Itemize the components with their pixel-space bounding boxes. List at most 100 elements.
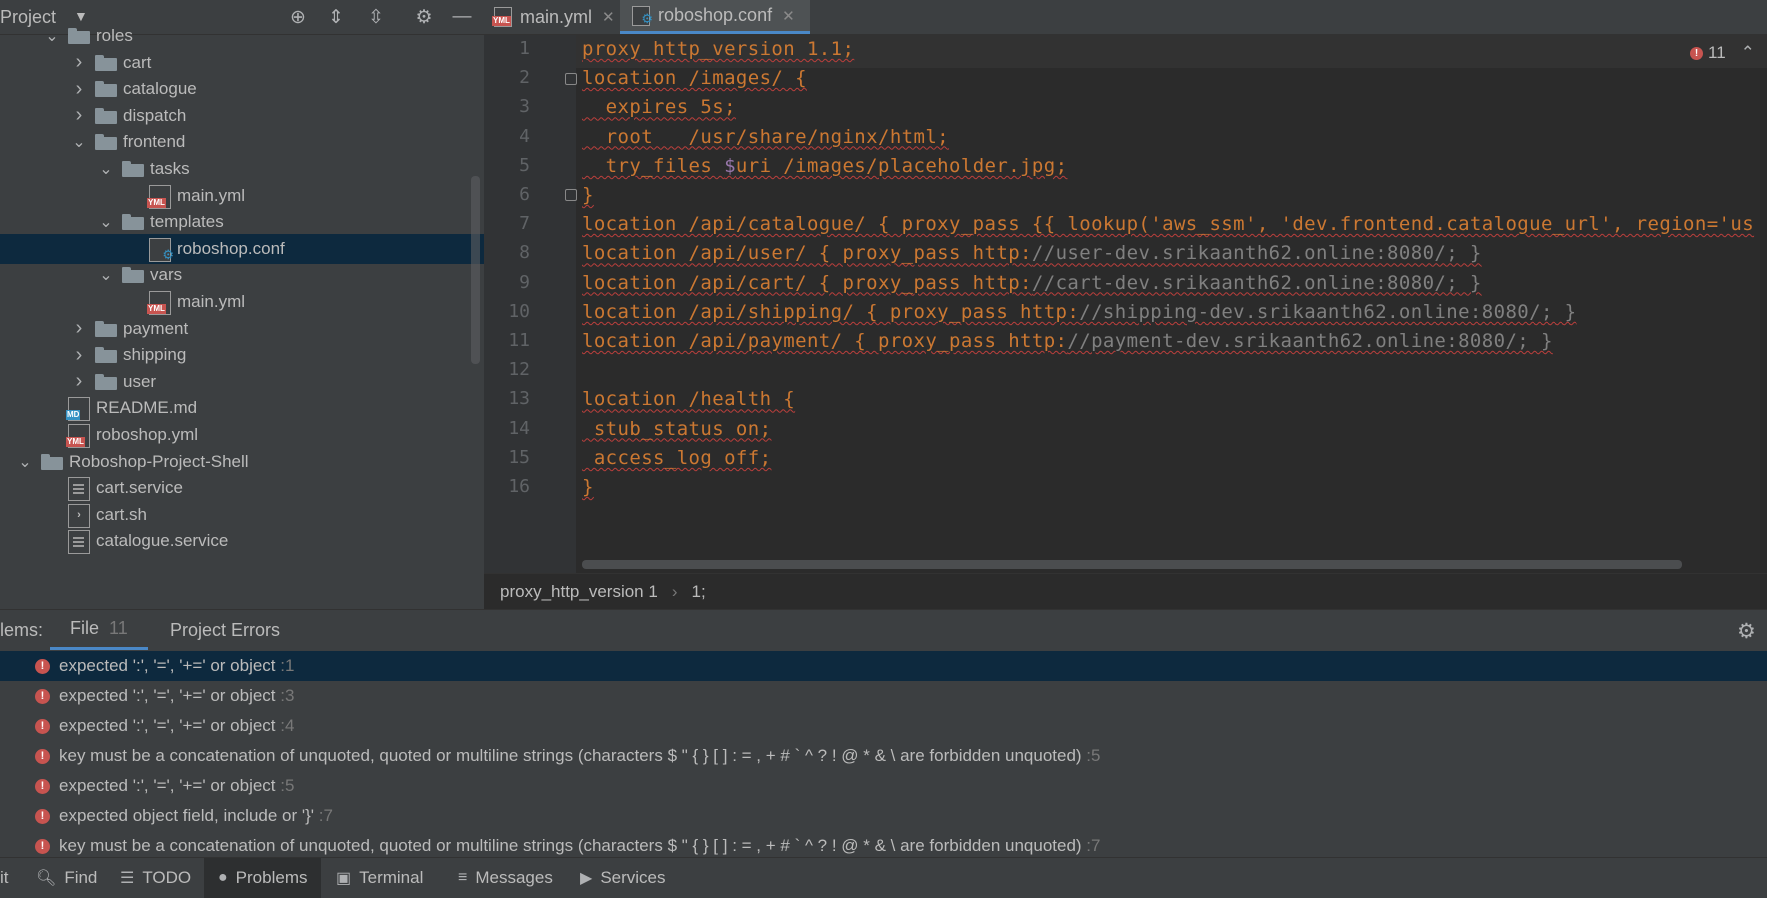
tool-terminal[interactable]: ▣ Terminal	[336, 858, 437, 898]
problem-item[interactable]: ! expected ':', '=', '+=' or object :4	[0, 711, 1767, 741]
tree-item[interactable]: catalogue.service	[0, 526, 484, 556]
fold-marker-icon[interactable]	[565, 189, 577, 201]
chevron-right-icon[interactable]: ›	[71, 370, 87, 392]
tree-item[interactable]: ⌄ tasks	[0, 154, 484, 184]
close-icon[interactable]: ✕	[782, 7, 795, 25]
tree-item[interactable]: › user	[0, 367, 484, 397]
code-line[interactable]: location /api/catalogue/ { proxy_pass {{…	[582, 213, 1754, 235]
folder-icon	[122, 214, 144, 231]
tree-item[interactable]: MD README.md	[0, 393, 484, 423]
tree-item[interactable]: › catalogue	[0, 74, 484, 104]
problem-item[interactable]: ! key must be a concatenation of unquoted…	[0, 741, 1767, 771]
tab-roboshop-conf[interactable]: ⚙ roboshop.conf ✕	[620, 0, 810, 34]
code-line[interactable]: try_files $uri /images/placeholder.jpg;	[582, 155, 1067, 177]
code-token: }	[582, 476, 594, 498]
code-line[interactable]: location /api/shipping/ { proxy_pass htt…	[582, 301, 1577, 323]
code-line[interactable]: location /api/cart/ { proxy_pass http://…	[582, 272, 1482, 294]
chevron-up-icon[interactable]: ⌃	[1741, 43, 1755, 63]
line-number: 6	[519, 184, 530, 205]
tree-scrollbar[interactable]	[471, 176, 480, 364]
yml-file-icon: YML	[147, 291, 171, 315]
code-editor[interactable]: 1 2 3 4 5 6 7 8 9 10 11 12 13 14 15 16 proxy_http_versi…	[484, 35, 1767, 573]
line-number: 15	[508, 446, 530, 468]
tree-item[interactable]: ⌄ frontend	[0, 127, 484, 157]
code-token: location /images/ {	[582, 67, 807, 90]
chevron-down-icon[interactable]: ⌄	[17, 454, 33, 471]
chevron-right-icon[interactable]: ›	[71, 104, 87, 126]
problem-text: expected ':', '=', '+=' or object :5	[59, 776, 295, 795]
tree-item[interactable]: ⌄ templates	[0, 207, 484, 237]
gear-icon[interactable]: ⚙	[1737, 619, 1756, 644]
tab-project-errors[interactable]: Project Errors	[150, 610, 300, 650]
tree-item[interactable]: YML main.yml	[0, 287, 484, 317]
chevron-down-icon[interactable]: ⌄	[98, 267, 114, 284]
problem-item[interactable]: ! expected object field, include or '}' :…	[0, 801, 1767, 831]
code-line[interactable]: stub_status on;	[582, 418, 771, 440]
tree-item[interactable]: › cart.sh	[0, 500, 484, 530]
breadcrumb-item[interactable]: proxy_http_version 1	[500, 582, 658, 602]
tree-item-label: catalogue.service	[96, 531, 229, 551]
error-icon: !	[35, 838, 50, 854]
tree-item-label: cart.sh	[96, 504, 148, 524]
code-line[interactable]: location /api/payment/ { proxy_pass http…	[582, 330, 1553, 352]
tree-item[interactable]: ⌄ roles	[0, 21, 484, 51]
tool-problems[interactable]: ● Problems	[204, 858, 322, 898]
yml-file-icon: YML	[492, 7, 512, 27]
chevron-right-icon[interactable]: ›	[71, 78, 87, 100]
problem-item[interactable]: ! expected ':', '=', '+=' or object :3	[0, 681, 1767, 711]
tool-label: Find	[64, 868, 98, 887]
code-line[interactable]: }	[582, 184, 594, 206]
horizontal-scrollbar[interactable]	[582, 560, 1682, 569]
problem-item[interactable]: ! expected ':', '=', '+=' or object :5	[0, 771, 1767, 801]
chevron-down-icon[interactable]: ⌄	[98, 161, 114, 178]
code-line[interactable]: expires 5s;	[582, 96, 736, 118]
tree-item[interactable]: ⌄ vars	[0, 260, 484, 290]
code-line[interactable]: access_log off;	[582, 447, 771, 469]
problems-header-label: lems:	[0, 619, 44, 640]
code-line[interactable]: root /usr/share/nginx/html;	[582, 126, 949, 148]
list-icon: ☰	[120, 870, 135, 887]
folder-icon	[122, 267, 144, 284]
tool-find[interactable]: 🔍︎ Find	[36, 858, 111, 898]
code-line[interactable]: location /images/ {	[582, 67, 807, 89]
yml-file-icon: YML	[147, 184, 171, 209]
tree-item[interactable]: › shipping	[0, 340, 484, 370]
error-indicator[interactable]: ! 11 ⌃	[1690, 43, 1755, 63]
chevron-right-icon[interactable]: ›	[71, 344, 87, 366]
chevron-down-icon[interactable]: ⌄	[98, 214, 114, 231]
fold-marker-icon[interactable]	[565, 73, 577, 85]
conf-file-icon: ⚙	[149, 237, 174, 262]
tree-item-label: main.yml	[177, 292, 246, 311]
code-line[interactable]: }	[582, 476, 594, 498]
tab-main-yml[interactable]: YML main.yml ✕	[484, 0, 620, 34]
tool-todo[interactable]: ☰ TODO	[120, 858, 205, 898]
close-icon[interactable]: ✕	[602, 8, 615, 26]
tool-it[interactable]: it	[0, 858, 13, 898]
text-file-icon	[68, 477, 90, 502]
code-line[interactable]: location /api/user/ { proxy_pass http://…	[582, 242, 1482, 264]
tool-messages[interactable]: ≡ Messages	[458, 858, 567, 898]
code-line[interactable]: location /health {	[582, 388, 795, 410]
chevron-down-icon[interactable]: ⌄	[71, 134, 87, 151]
tool-window-bar: it 🔍︎ Find ☰ TODO ● Problems ▣ Terminal ≡ Messages…	[0, 857, 1767, 898]
tree-item-label: cart.service	[96, 478, 183, 498]
tree-item[interactable]: ⌄ Roboshop-Project-Shell	[0, 447, 484, 477]
tree-item[interactable]: › dispatch	[0, 101, 484, 131]
tab-file[interactable]: File 11	[50, 610, 148, 650]
tree-item[interactable]: cart.service	[0, 473, 484, 503]
code-line[interactable]: proxy_http_version 1.1;	[582, 38, 854, 60]
problem-item[interactable]: ! expected ':', '=', '+=' or object :1	[0, 651, 1767, 681]
breadcrumb-item[interactable]: 1;	[692, 582, 706, 602]
tree-item-label: roboshop.yml	[96, 425, 199, 444]
terminal-icon: ▣	[336, 870, 352, 887]
chevron-right-icon[interactable]: ›	[71, 317, 87, 339]
chevron-down-icon[interactable]: ⌄	[44, 28, 60, 45]
tree-item[interactable]: ⚙ roboshop.conf	[0, 233, 484, 264]
tree-item[interactable]: YML main.yml	[0, 181, 484, 211]
tree-item[interactable]: › cart	[0, 48, 484, 78]
tree-item[interactable]: YML roboshop.yml	[0, 420, 484, 450]
tree-item[interactable]: › payment	[0, 314, 484, 344]
tool-services[interactable]: ▶ Services	[580, 858, 680, 898]
chevron-right-icon[interactable]: ›	[71, 51, 87, 73]
tree-item-label: tasks	[150, 159, 190, 178]
